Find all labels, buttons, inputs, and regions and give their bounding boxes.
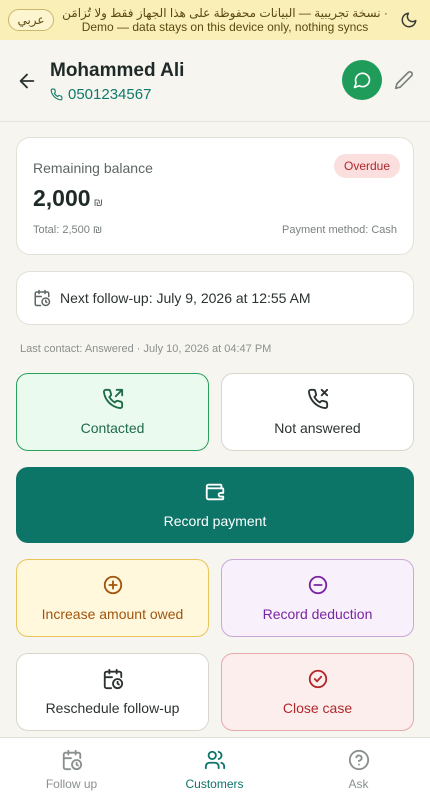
phone-missed-icon — [307, 388, 328, 409]
moon-icon[interactable] — [400, 11, 418, 29]
balance-currency: ₪ — [93, 197, 103, 209]
plus-circle-icon — [103, 575, 122, 595]
phone-outgoing-icon — [102, 388, 123, 409]
customer-phone-number: 0501234567 — [68, 86, 152, 103]
balance-total: Total: 2,500 ₪ — [33, 224, 103, 236]
nav-item-ask[interactable]: Ask — [287, 738, 430, 800]
language-toggle-button[interactable]: عربي — [8, 9, 54, 31]
not-answered-label: Not answered — [274, 420, 361, 436]
nav-label-ask: Ask — [348, 776, 369, 791]
close-case-label: Close case — [282, 700, 353, 716]
balance-card: Remaining balance Overdue 2,000 ₪ Total: … — [16, 137, 414, 255]
status-badge: Overdue — [334, 154, 401, 178]
reschedule-followup-label: Reschedule follow-up — [45, 700, 180, 716]
minus-circle-icon — [308, 575, 327, 595]
wallet-icon — [205, 483, 225, 501]
contacted-label: Contacted — [80, 420, 145, 436]
whatsapp-button[interactable] — [342, 60, 382, 100]
demo-banner: عربي · نسخة تجريبية — البيانات محفوظة عل… — [0, 0, 430, 40]
reschedule-followup-button[interactable]: Reschedule follow-up — [16, 653, 209, 731]
not-answered-button[interactable]: Not answered — [221, 373, 414, 451]
chat-bubble-icon — [353, 72, 371, 89]
phone-icon — [50, 88, 63, 101]
balance-amount-value: 2,000 — [33, 185, 91, 211]
balance-label: Remaining balance — [33, 160, 153, 176]
balance-amount: 2,000 ₪ — [33, 185, 103, 212]
nav-item-customers[interactable]: Customers — [143, 738, 286, 800]
calendar-clock-icon — [103, 668, 123, 690]
payment-method: Payment method: Cash — [282, 224, 397, 236]
pencil-icon[interactable] — [394, 70, 414, 90]
record-deduction-button[interactable]: Record deduction — [221, 559, 414, 637]
check-circle-icon — [308, 669, 327, 689]
last-contact-text: Last contact: Answered · July 10, 2026 a… — [20, 343, 272, 355]
calendar-clock-icon — [62, 749, 82, 770]
calendar-clock-icon — [34, 289, 51, 307]
demo-banner-text-ar: · نسخة تجريبية — البيانات محفوظة على هذا… — [62, 6, 388, 20]
record-payment-label: Record payment — [163, 513, 267, 529]
demo-banner-text-en: Demo — data stays on this device only, n… — [81, 20, 369, 34]
followup-text: Next follow-up: July 9, 2026 at 12:55 AM — [60, 290, 311, 306]
customer-phone-link[interactable]: 0501234567 — [50, 86, 151, 103]
close-case-button[interactable]: Close case — [221, 653, 414, 731]
contacted-button[interactable]: Contacted — [16, 373, 209, 451]
bottom-navigation: Follow up Customers Ask — [0, 737, 430, 800]
help-circle-icon — [348, 749, 369, 770]
customer-name: Mohammed Ali — [50, 60, 185, 81]
nav-item-follow-up[interactable]: Follow up — [0, 738, 143, 800]
record-deduction-label: Record deduction — [262, 606, 373, 622]
nav-label-follow-up: Follow up — [45, 776, 98, 791]
increase-amount-label: Increase amount owed — [41, 606, 184, 622]
customer-header: Mohammed Ali 0501234567 — [0, 40, 430, 122]
users-icon — [204, 750, 225, 769]
demo-banner-text: · نسخة تجريبية — البيانات محفوظة على هذا… — [60, 6, 390, 34]
followup-card[interactable]: Next follow-up: July 9, 2026 at 12:55 AM — [16, 271, 414, 325]
back-arrow-icon[interactable] — [16, 70, 38, 92]
record-payment-button[interactable]: Record payment — [16, 467, 414, 543]
increase-amount-button[interactable]: Increase amount owed — [16, 559, 209, 637]
nav-label-customers: Customers — [185, 776, 244, 791]
